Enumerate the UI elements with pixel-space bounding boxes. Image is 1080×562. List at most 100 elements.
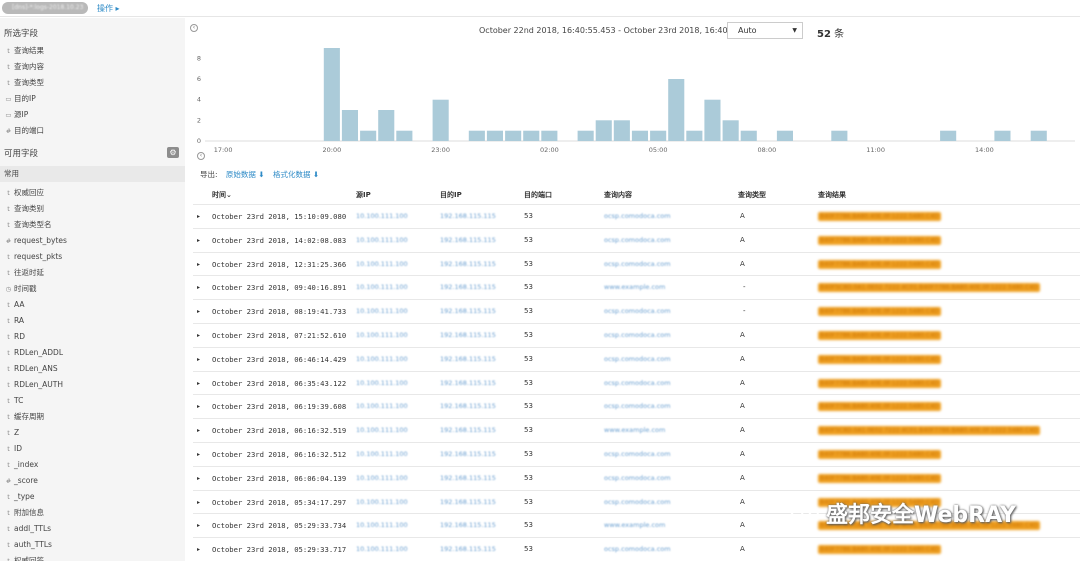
field-item[interactable]: t 缓存周期 <box>0 409 185 424</box>
histogram-bar[interactable] <box>1030 130 1047 141</box>
field-item[interactable]: t RD <box>0 329 185 344</box>
field-item[interactable]: ▭ 目的IP <box>0 91 185 106</box>
field-item[interactable]: t RA <box>0 313 185 328</box>
table-row[interactable]: ▸ October 23rd 2018, 14:02:08.083 10.100.1… <box>193 227 1080 252</box>
histogram-bar[interactable] <box>486 130 503 141</box>
collapse-chart-icon[interactable]: ‹ <box>197 152 205 160</box>
expand-row-icon[interactable]: ▸ <box>197 491 200 514</box>
field-item[interactable]: # request_bytes <box>0 233 185 248</box>
index-pattern-pill[interactable]: [dns]-*:logs-2018.10.23 <box>2 2 88 14</box>
histogram-bar[interactable] <box>360 130 377 141</box>
col-header-src-ip[interactable]: 源IP <box>356 186 371 204</box>
field-item[interactable]: t _index <box>0 457 185 472</box>
histogram-bar[interactable] <box>595 120 612 141</box>
field-item[interactable]: t 查询类型名 <box>0 217 185 232</box>
expand-row-icon[interactable]: ▸ <box>197 229 200 252</box>
col-header-result[interactable]: 查询结果 <box>818 186 846 204</box>
field-item[interactable]: t _type <box>0 489 185 504</box>
histogram-bar[interactable] <box>323 48 340 141</box>
histogram-bar[interactable] <box>650 130 667 141</box>
col-header-time[interactable]: 时间⌄ <box>212 186 232 204</box>
field-group-common[interactable]: 常用 <box>0 166 185 182</box>
table-row[interactable]: ▸ October 23rd 2018, 09:40:16.891 10.100.1… <box>193 275 1080 299</box>
field-item[interactable]: # _score <box>0 473 185 488</box>
collapse-sidebar-icon[interactable]: ‹ <box>190 24 198 32</box>
col-header-query[interactable]: 查询内容 <box>604 186 632 204</box>
histogram-chart[interactable]: 0 2 4 6 8 17:00 20:00 23:00 02:00 05:00 08:00 11:00… <box>187 42 1080 154</box>
expand-row-icon[interactable]: ▸ <box>197 443 200 466</box>
operations-link[interactable]: 操作 ▸ <box>97 3 120 14</box>
field-item[interactable]: t 往返时延 <box>0 265 185 280</box>
expand-row-icon[interactable]: ▸ <box>197 395 200 418</box>
histogram-bar[interactable] <box>378 110 395 141</box>
expand-row-icon[interactable]: ▸ <box>197 205 200 228</box>
table-row[interactable]: ▸ October 23rd 2018, 06:19:39.608 10.100.1… <box>193 394 1080 418</box>
field-item[interactable]: t addl_TTLs <box>0 521 185 536</box>
histogram-bar[interactable] <box>541 130 558 141</box>
table-row[interactable]: ▸ October 23rd 2018, 06:35:43.122 10.100.1… <box>193 370 1080 395</box>
field-item[interactable]: t ID <box>0 441 185 456</box>
field-item[interactable]: t 查询结果 <box>0 43 185 58</box>
expand-row-icon[interactable]: ▸ <box>197 467 200 490</box>
table-row[interactable]: ▸ October 23rd 2018, 05:29:33.717 10.100.1… <box>193 537 1080 561</box>
histogram-bar[interactable] <box>722 120 739 141</box>
field-item[interactable]: ▭ 源IP <box>0 107 185 122</box>
expand-row-icon[interactable]: ▸ <box>197 514 200 537</box>
table-row[interactable]: ▸ October 23rd 2018, 06:16:32.519 10.100.1… <box>193 418 1080 442</box>
interval-select[interactable]: Auto ▼ <box>727 22 803 39</box>
histogram-bar[interactable] <box>341 110 358 141</box>
field-item[interactable]: t 查询类型 <box>0 75 185 90</box>
expand-row-icon[interactable]: ▸ <box>197 276 200 299</box>
histogram-bar[interactable] <box>668 79 685 141</box>
col-header-dst-port[interactable]: 目的端口 <box>524 186 552 204</box>
field-item[interactable]: t 附加信息 <box>0 505 185 520</box>
expand-row-icon[interactable]: ▸ <box>197 300 200 323</box>
expand-row-icon[interactable]: ▸ <box>197 324 200 347</box>
field-item[interactable]: t AA <box>0 297 185 312</box>
histogram-bar[interactable] <box>468 130 485 141</box>
field-item[interactable]: t RDLen_AUTH <box>0 377 185 392</box>
export-raw-link[interactable]: 原始数据 ⬇ <box>226 170 265 179</box>
field-item[interactable]: t 权威回答 <box>0 553 185 561</box>
table-row[interactable]: ▸ October 23rd 2018, 08:19:41.733 10.100.1… <box>193 299 1080 323</box>
table-row[interactable]: ▸ October 23rd 2018, 06:16:32.512 10.100.1… <box>193 442 1080 466</box>
histogram-bar[interactable] <box>994 130 1011 141</box>
histogram-bar[interactable] <box>432 99 449 141</box>
col-header-qtype[interactable]: 查询类型 <box>738 186 766 204</box>
table-row[interactable]: ▸ October 23rd 2018, 12:31:25.366 10.100.1… <box>193 251 1080 276</box>
histogram-bar[interactable] <box>613 120 630 141</box>
histogram-bar[interactable] <box>396 130 413 141</box>
histogram-bar[interactable] <box>740 130 757 141</box>
histogram-bar[interactable] <box>631 130 648 141</box>
table-row[interactable]: ▸ October 23rd 2018, 06:06:04.139 10.100.1… <box>193 465 1080 490</box>
histogram-bar[interactable] <box>577 130 594 141</box>
table-row[interactable]: ▸ October 23rd 2018, 15:10:09.080 10.100.1… <box>193 204 1080 228</box>
histogram-bar[interactable] <box>776 130 793 141</box>
expand-row-icon[interactable]: ▸ <box>197 348 200 371</box>
table-row[interactable]: ▸ October 23rd 2018, 06:46:14.429 10.100.1… <box>193 346 1080 371</box>
field-item[interactable]: t auth_TTLs <box>0 537 185 552</box>
histogram-bar[interactable] <box>831 130 848 141</box>
gear-icon[interactable]: ⚙ <box>167 147 179 158</box>
histogram-bar[interactable] <box>505 130 522 141</box>
histogram-bar[interactable] <box>523 130 540 141</box>
expand-row-icon[interactable]: ▸ <box>197 538 200 561</box>
histogram-bar[interactable] <box>686 130 703 141</box>
field-item[interactable]: t TC <box>0 393 185 408</box>
table-row[interactable]: ▸ October 23rd 2018, 07:21:52.610 10.100.1… <box>193 323 1080 347</box>
col-header-dst-ip[interactable]: 目的IP <box>440 186 462 204</box>
export-formatted-link[interactable]: 格式化数据 ⬇ <box>273 170 319 179</box>
field-item[interactable]: # 目的端口 <box>0 123 185 138</box>
expand-row-icon[interactable]: ▸ <box>197 253 200 276</box>
field-item[interactable]: t RDLen_ANS <box>0 361 185 376</box>
field-item[interactable]: t 权威回应 <box>0 185 185 200</box>
field-item[interactable]: t request_pkts <box>0 249 185 264</box>
histogram-bar[interactable] <box>940 130 957 141</box>
field-item[interactable]: t 查询内容 <box>0 59 185 74</box>
field-item[interactable]: ◷ 时间戳 <box>0 281 185 296</box>
expand-row-icon[interactable]: ▸ <box>197 372 200 395</box>
field-item[interactable]: t RDLen_ADDL <box>0 345 185 360</box>
histogram-bar[interactable] <box>704 99 721 141</box>
field-item[interactable]: tZ <box>0 425 185 440</box>
expand-row-icon[interactable]: ▸ <box>197 419 200 442</box>
